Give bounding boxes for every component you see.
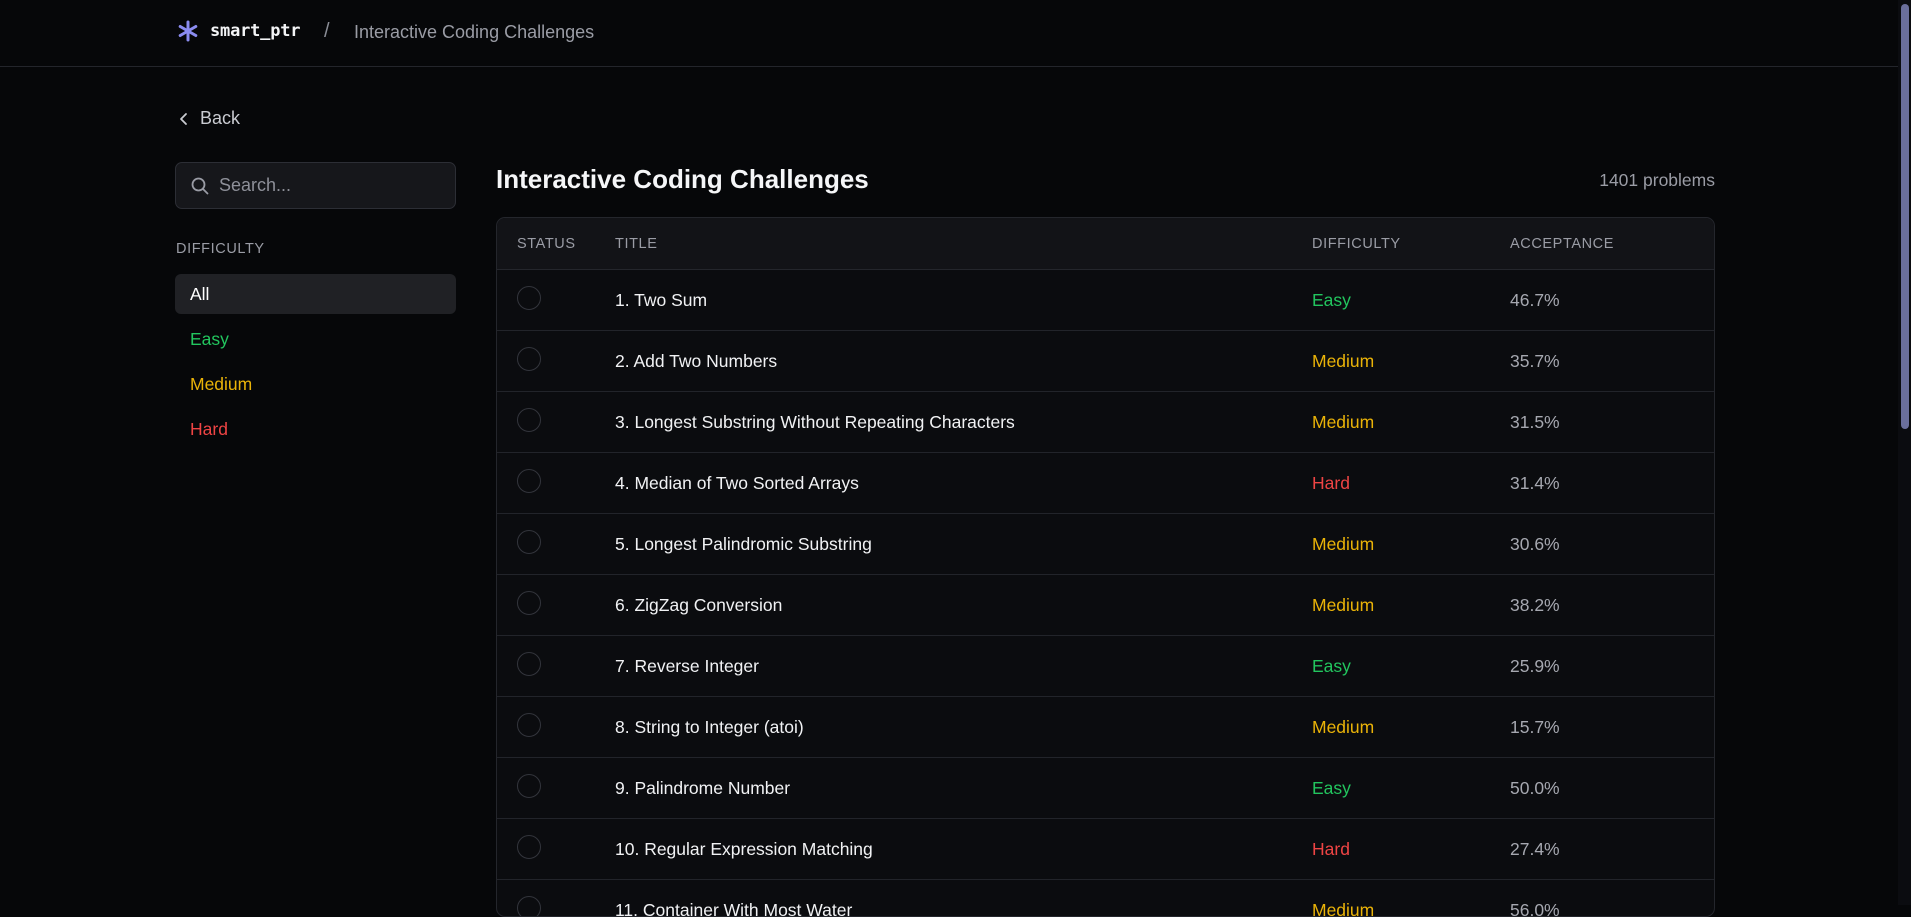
table-row[interactable]: 7. Reverse IntegerEasy25.9% [497, 636, 1714, 697]
acceptance-rate: 25.9% [1510, 656, 1710, 677]
brand-link[interactable]: smart_ptr [176, 19, 300, 43]
circle-outline-icon [517, 835, 541, 859]
circle-outline-icon [517, 652, 541, 676]
circle-outline-icon [517, 530, 541, 554]
back-label: Back [200, 108, 240, 129]
table-row[interactable]: 4. Median of Two Sorted ArraysHard31.4% [497, 453, 1714, 514]
acceptance-rate: 46.7% [1510, 290, 1710, 311]
table-body: 1. Two SumEasy46.7%2. Add Two NumbersMed… [497, 270, 1714, 917]
acceptance-rate: 15.7% [1510, 717, 1710, 738]
acceptance-rate: 30.6% [1510, 534, 1710, 555]
problem-count: 1401 problems [1599, 170, 1715, 191]
problem-title-link[interactable]: 2. Add Two Numbers [615, 351, 1312, 372]
table-row[interactable]: 5. Longest Palindromic SubstringMedium30… [497, 514, 1714, 575]
difficulty-label: Medium [1312, 900, 1510, 917]
acceptance-rate: 27.4% [1510, 839, 1710, 860]
table-row[interactable]: 6. ZigZag ConversionMedium38.2% [497, 575, 1714, 636]
difficulty-label: Medium [1312, 412, 1510, 433]
problem-title-link[interactable]: 8. String to Integer (atoi) [615, 717, 1312, 738]
difficulty-label: Medium [1312, 595, 1510, 616]
search-icon [191, 177, 209, 195]
status-cell [497, 347, 615, 376]
table-row[interactable]: 1. Two SumEasy46.7% [497, 270, 1714, 331]
circle-outline-icon [517, 591, 541, 615]
brand-name: smart_ptr [210, 21, 300, 41]
difficulty-label: Easy [1312, 290, 1510, 311]
problem-title-link[interactable]: 3. Longest Substring Without Repeating C… [615, 412, 1312, 433]
table-header: STATUS TITLE DIFFICULTY ACCEPTANCE [497, 218, 1714, 270]
problems-table: STATUS TITLE DIFFICULTY ACCEPTANCE 1. Tw… [496, 217, 1715, 917]
asterisk-icon [176, 19, 200, 43]
page-title: Interactive Coding Challenges [496, 164, 869, 195]
status-cell [497, 652, 615, 681]
table-row[interactable]: 10. Regular Expression MatchingHard27.4% [497, 819, 1714, 880]
acceptance-rate: 38.2% [1510, 595, 1710, 616]
status-cell [497, 469, 615, 498]
acceptance-rate: 50.0% [1510, 778, 1710, 799]
problem-title-link[interactable]: 10. Regular Expression Matching [615, 839, 1312, 860]
difficulty-label: Easy [1312, 778, 1510, 799]
difficulty-filter-easy[interactable]: Easy [175, 319, 456, 359]
problem-title-link[interactable]: 5. Longest Palindromic Substring [615, 534, 1312, 555]
status-cell [497, 713, 615, 742]
difficulty-label: Medium [1312, 717, 1510, 738]
problem-title-link[interactable]: 7. Reverse Integer [615, 656, 1312, 677]
circle-outline-icon [517, 896, 541, 917]
chevron-left-icon [178, 112, 190, 126]
circle-outline-icon [517, 286, 541, 310]
status-cell [497, 408, 615, 437]
column-header-status[interactable]: STATUS [497, 236, 615, 252]
breadcrumb-current: Interactive Coding Challenges [354, 22, 594, 43]
acceptance-rate: 56.0% [1510, 900, 1710, 917]
acceptance-rate: 31.5% [1510, 412, 1710, 433]
difficulty-filter-medium[interactable]: Medium [175, 364, 456, 404]
difficulty-label: Medium [1312, 351, 1510, 372]
table-row[interactable]: 8. String to Integer (atoi)Medium15.7% [497, 697, 1714, 758]
problem-title-link[interactable]: 6. ZigZag Conversion [615, 595, 1312, 616]
difficulty-label: Medium [1312, 534, 1510, 555]
circle-outline-icon [517, 408, 541, 432]
difficulty-label: Hard [1312, 839, 1510, 860]
status-cell [497, 896, 615, 917]
circle-outline-icon [517, 347, 541, 371]
status-cell [497, 530, 615, 559]
difficulty-label: Hard [1312, 473, 1510, 494]
acceptance-rate: 35.7% [1510, 351, 1710, 372]
column-header-title[interactable]: TITLE [615, 236, 1312, 252]
table-row[interactable]: 11. Container With Most WaterMedium56.0% [497, 880, 1714, 917]
search-box[interactable] [175, 162, 456, 209]
problem-title-link[interactable]: 4. Median of Two Sorted Arrays [615, 473, 1312, 494]
page-scrollbar[interactable] [1898, 0, 1911, 905]
circle-outline-icon [517, 713, 541, 737]
back-link[interactable]: Back [178, 108, 240, 129]
circle-outline-icon [517, 774, 541, 798]
problem-title-link[interactable]: 9. Palindrome Number [615, 778, 1312, 799]
acceptance-rate: 31.4% [1510, 473, 1710, 494]
status-cell [497, 835, 615, 864]
difficulty-filter-hard[interactable]: Hard [175, 409, 456, 449]
breadcrumb-separator: / [324, 20, 330, 43]
top-nav-bar: smart_ptr / Interactive Coding Challenge… [0, 0, 1898, 67]
scrollbar-thumb[interactable] [1901, 4, 1909, 429]
problem-title-link[interactable]: 11. Container With Most Water [615, 900, 1312, 917]
column-header-acceptance[interactable]: ACCEPTANCE [1510, 236, 1710, 252]
difficulty-filter-list: All Easy Medium Hard [175, 274, 456, 454]
difficulty-filter-all[interactable]: All [175, 274, 456, 314]
circle-outline-icon [517, 469, 541, 493]
difficulty-heading: DIFFICULTY [176, 241, 265, 257]
table-row[interactable]: 9. Palindrome NumberEasy50.0% [497, 758, 1714, 819]
problem-title-link[interactable]: 1. Two Sum [615, 290, 1312, 311]
difficulty-label: Easy [1312, 656, 1510, 677]
table-row[interactable]: 2. Add Two NumbersMedium35.7% [497, 331, 1714, 392]
column-header-difficulty[interactable]: DIFFICULTY [1312, 236, 1510, 252]
status-cell [497, 591, 615, 620]
table-row[interactable]: 3. Longest Substring Without Repeating C… [497, 392, 1714, 453]
status-cell [497, 774, 615, 803]
search-input[interactable] [219, 175, 439, 196]
status-cell [497, 286, 615, 315]
